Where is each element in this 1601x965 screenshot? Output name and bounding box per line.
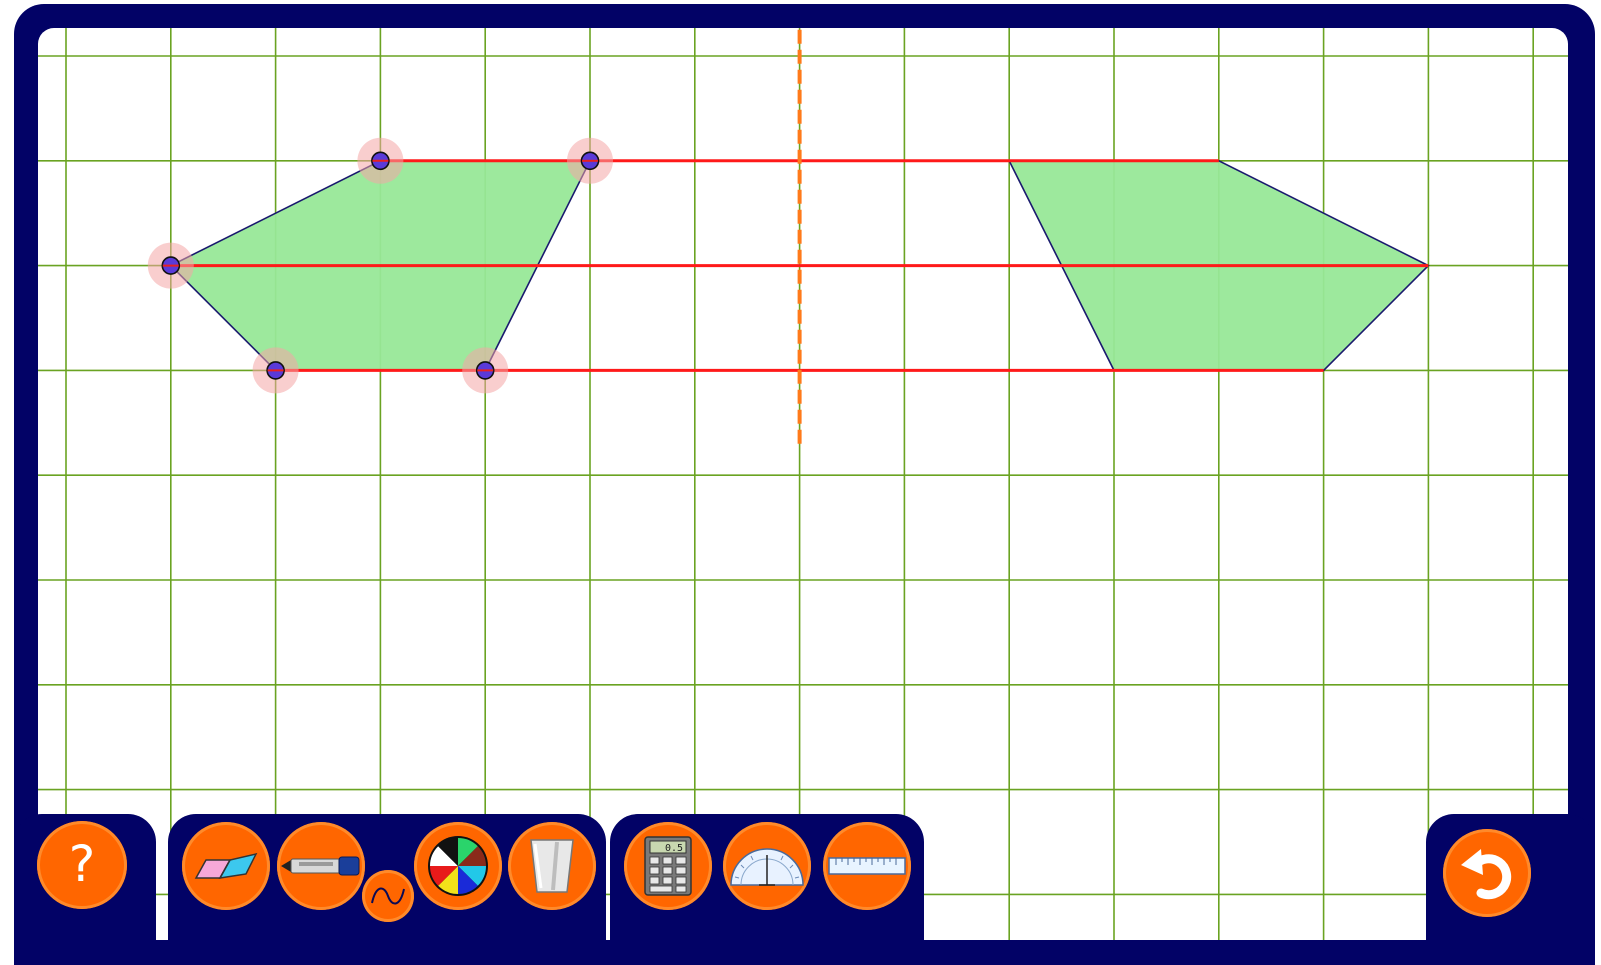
calculator-display: 0.5 bbox=[665, 843, 683, 854]
eraser-icon bbox=[194, 852, 258, 879]
grid-lines bbox=[38, 28, 1568, 940]
vertex-handle[interactable] bbox=[567, 137, 613, 184]
question-icon: ? bbox=[68, 835, 96, 893]
ruler-icon bbox=[828, 857, 906, 875]
color-picker-button[interactable] bbox=[414, 822, 502, 910]
protractor-button[interactable] bbox=[723, 822, 811, 910]
protractor-icon bbox=[730, 848, 804, 886]
marker-pen-icon bbox=[281, 856, 360, 876]
grid-canvas[interactable] bbox=[38, 28, 1568, 940]
vertex-handle[interactable] bbox=[147, 242, 194, 289]
eraser-button[interactable] bbox=[182, 822, 270, 910]
squiggle-icon bbox=[371, 887, 405, 905]
coordinate-grid[interactable] bbox=[38, 28, 1568, 940]
vertex-handle[interactable] bbox=[462, 347, 509, 394]
undo-icon bbox=[1461, 849, 1512, 900]
bucket-button[interactable] bbox=[508, 822, 596, 910]
ruler-button[interactable] bbox=[823, 822, 911, 910]
freehand-button[interactable] bbox=[362, 870, 414, 922]
vertex-handle[interactable] bbox=[252, 347, 299, 394]
calculator-button[interactable]: 0.5 bbox=[624, 822, 712, 910]
help-button[interactable]: ? bbox=[37, 821, 127, 909]
undo-button[interactable] bbox=[1443, 829, 1531, 917]
color-wheel-icon bbox=[428, 836, 488, 896]
marker-button[interactable] bbox=[277, 822, 365, 910]
calculator-icon: 0.5 bbox=[644, 836, 692, 896]
bucket-icon bbox=[530, 839, 574, 893]
vertex-handle[interactable] bbox=[357, 137, 404, 184]
